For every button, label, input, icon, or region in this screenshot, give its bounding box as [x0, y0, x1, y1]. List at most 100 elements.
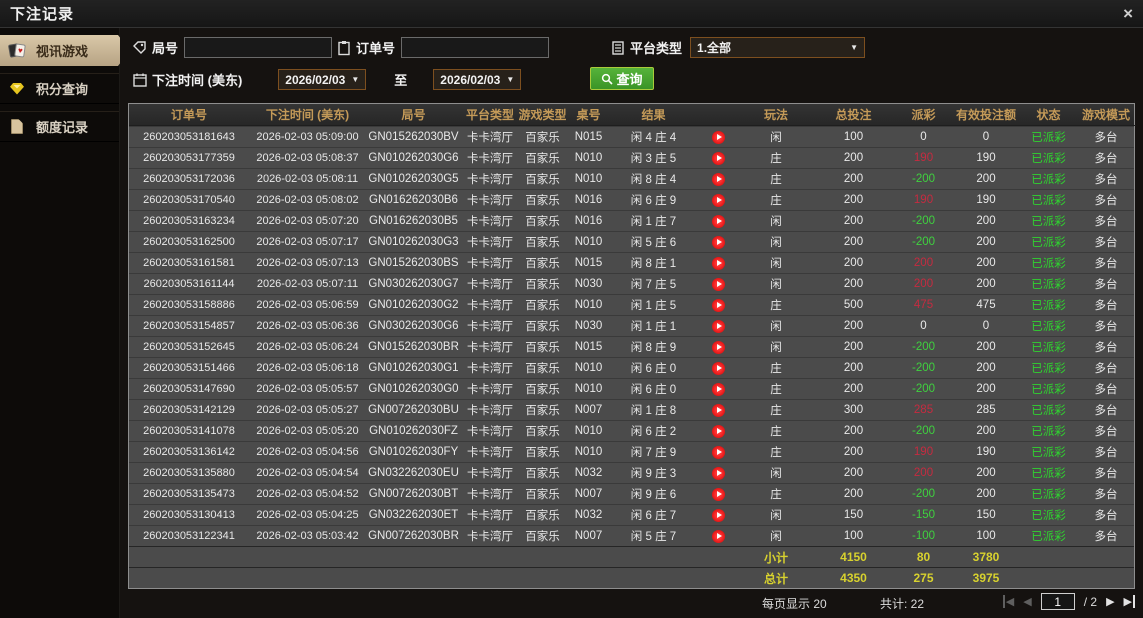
play-icon[interactable]	[712, 277, 725, 291]
cell-result: 闲 6 庄 7	[630, 510, 677, 522]
cell-replay	[696, 127, 741, 147]
table-row[interactable]: 260203053130413 2026-02-03 05:04:25 GN03…	[129, 504, 1134, 525]
play-icon[interactable]	[712, 382, 725, 396]
table-row[interactable]: 260203053162500 2026-02-03 05:07:17 GN01…	[129, 231, 1134, 252]
cell-game-mode: 多台	[1094, 489, 1118, 501]
table-row[interactable]: 260203053142129 2026-02-03 05:05:27 GN00…	[129, 399, 1134, 420]
table-row[interactable]: 260203053158886 2026-02-03 05:06:59 GN01…	[129, 294, 1134, 315]
cell-payout: -200	[911, 362, 936, 374]
table-row[interactable]: 260203053161144 2026-02-03 05:07:11 GN03…	[129, 273, 1134, 294]
last-page-icon[interactable]: ▶	[1124, 595, 1135, 608]
table-row[interactable]: 260203053172036 2026-02-03 05:08:11 GN01…	[129, 168, 1134, 189]
play-icon[interactable]	[712, 466, 725, 480]
play-icon[interactable]	[712, 298, 725, 312]
first-page-icon[interactable]: ◀	[1002, 595, 1014, 608]
play-icon[interactable]	[712, 361, 725, 375]
date-from-select[interactable]: 2026/02/03 ▼	[278, 69, 367, 90]
cell-play-type: 闲	[770, 279, 782, 291]
total-valid: 3975	[972, 571, 1000, 585]
cell-order-no: 260203053163234	[143, 215, 235, 227]
cell-round-no: GN032262030ET	[368, 509, 459, 521]
round-no-input[interactable]	[184, 37, 333, 58]
cell-table-no: N016	[574, 215, 603, 227]
cell-result: 闲 6 庄 0	[630, 384, 677, 396]
table-row[interactable]: 260203053161581 2026-02-03 05:07:13 GN01…	[129, 252, 1134, 273]
platform-type-select[interactable]: 1.全部 ▼	[690, 37, 866, 58]
play-icon[interactable]	[712, 529, 725, 543]
play-icon[interactable]	[712, 403, 725, 417]
cell-table-no: N015	[574, 131, 603, 143]
cell-replay	[696, 358, 741, 378]
play-icon[interactable]	[712, 319, 725, 333]
cell-order-no: 260203053170540	[143, 194, 235, 206]
table-row[interactable]: 260203053177359 2026-02-03 05:08:37 GN01…	[129, 147, 1134, 168]
cell-total-bet: 200	[843, 194, 864, 206]
cell-play-type: 闲	[770, 342, 782, 354]
cell-replay	[696, 148, 741, 168]
prev-page-icon[interactable]: ◀	[1023, 595, 1031, 608]
subtotal-row: 小计 4150 80 3780	[129, 546, 1134, 567]
table-row[interactable]: 260203053147690 2026-02-03 05:05:57 GN01…	[129, 378, 1134, 399]
cell-bet-time: 2026-02-03 05:05:27	[256, 404, 359, 416]
col-header: 派彩	[896, 104, 951, 126]
table-row[interactable]: 260203053135880 2026-02-03 05:04:54 GN03…	[129, 462, 1134, 483]
sidebar-item-quota-records[interactable]: 额度记录	[0, 111, 119, 142]
cell-game-type: 百家乐	[525, 216, 560, 228]
cell-order-no: 260203053136142	[143, 446, 235, 458]
cell-total-bet: 100	[843, 131, 864, 143]
table-row[interactable]: 260203053154857 2026-02-03 05:06:36 GN03…	[129, 315, 1134, 336]
cell-platform: 卡卡湾厅	[467, 258, 513, 270]
sidebar-item-points-query[interactable]: 积分查询	[0, 73, 119, 104]
next-page-icon[interactable]: ▶	[1106, 595, 1114, 608]
table-row[interactable]: 260203053141078 2026-02-03 05:05:20 GN01…	[129, 420, 1134, 441]
sidebar-item-video-games[interactable]: 视讯游戏	[0, 35, 130, 66]
cell-bet-time: 2026-02-03 05:03:42	[256, 530, 359, 542]
cell-order-no: 260203053161144	[143, 278, 235, 290]
table-row[interactable]: 260203053170540 2026-02-03 05:08:02 GN01…	[129, 189, 1134, 210]
date-to-select[interactable]: 2026/02/03 ▼	[433, 69, 522, 90]
play-icon[interactable]	[712, 130, 725, 144]
cell-payout: 0	[920, 131, 927, 143]
cell-game-type: 百家乐	[525, 153, 560, 165]
table-row[interactable]: 260203053181643 2026-02-03 05:09:00 GN01…	[129, 126, 1134, 147]
play-icon[interactable]	[712, 424, 725, 438]
filter-panel: 局号 订单号 平台类型 1.全部 ▼ 下注时间 (美东) 2026/02/03 …	[120, 28, 1143, 100]
sidebar-item-label: 额度记录	[36, 120, 89, 135]
play-icon[interactable]	[712, 214, 725, 228]
cell-valid-bet: 190	[976, 446, 996, 458]
table-row[interactable]: 260203053122341 2026-02-03 05:03:42 GN00…	[129, 525, 1134, 546]
play-icon[interactable]	[712, 235, 725, 249]
table-row[interactable]: 260203053136142 2026-02-03 05:04:56 GN01…	[129, 441, 1134, 462]
close-icon[interactable]: ×	[1123, 4, 1133, 24]
play-icon[interactable]	[712, 151, 725, 165]
cell-game-type: 百家乐	[525, 174, 560, 186]
play-icon[interactable]	[712, 172, 725, 186]
col-header: 游戏模式	[1076, 104, 1136, 126]
table-row[interactable]: 260203053151466 2026-02-03 05:06:18 GN01…	[129, 357, 1134, 378]
table-body: 260203053181643 2026-02-03 05:09:00 GN01…	[129, 126, 1134, 546]
cell-play-type: 闲	[770, 468, 782, 480]
cell-replay	[696, 421, 741, 441]
cell-table-no: N010	[574, 425, 603, 437]
play-icon[interactable]	[712, 340, 725, 354]
status-badge: 已派彩	[1031, 279, 1066, 291]
cell-game-type: 百家乐	[525, 132, 560, 144]
order-no-input[interactable]	[401, 37, 550, 58]
cell-valid-bet: 200	[976, 425, 996, 437]
search-button[interactable]: 查询	[590, 67, 654, 90]
table-row[interactable]: 260203053163234 2026-02-03 05:07:20 GN01…	[129, 210, 1134, 231]
play-icon[interactable]	[712, 487, 725, 501]
play-icon[interactable]	[712, 508, 725, 522]
cell-payout: -150	[911, 509, 936, 521]
cell-round-no: GN032262030EU	[368, 467, 459, 479]
cell-game-type: 百家乐	[525, 195, 560, 207]
table-row[interactable]: 260203053152645 2026-02-03 05:06:24 GN01…	[129, 336, 1134, 357]
play-icon[interactable]	[712, 193, 725, 207]
cell-total-bet: 200	[843, 278, 864, 290]
total-bet: 4350	[840, 571, 867, 585]
play-icon[interactable]	[712, 256, 725, 270]
play-icon[interactable]	[712, 445, 725, 459]
page-number-input[interactable]	[1040, 593, 1075, 610]
table-row[interactable]: 260203053135473 2026-02-03 05:04:52 GN00…	[129, 483, 1134, 504]
gem-icon	[8, 80, 30, 98]
